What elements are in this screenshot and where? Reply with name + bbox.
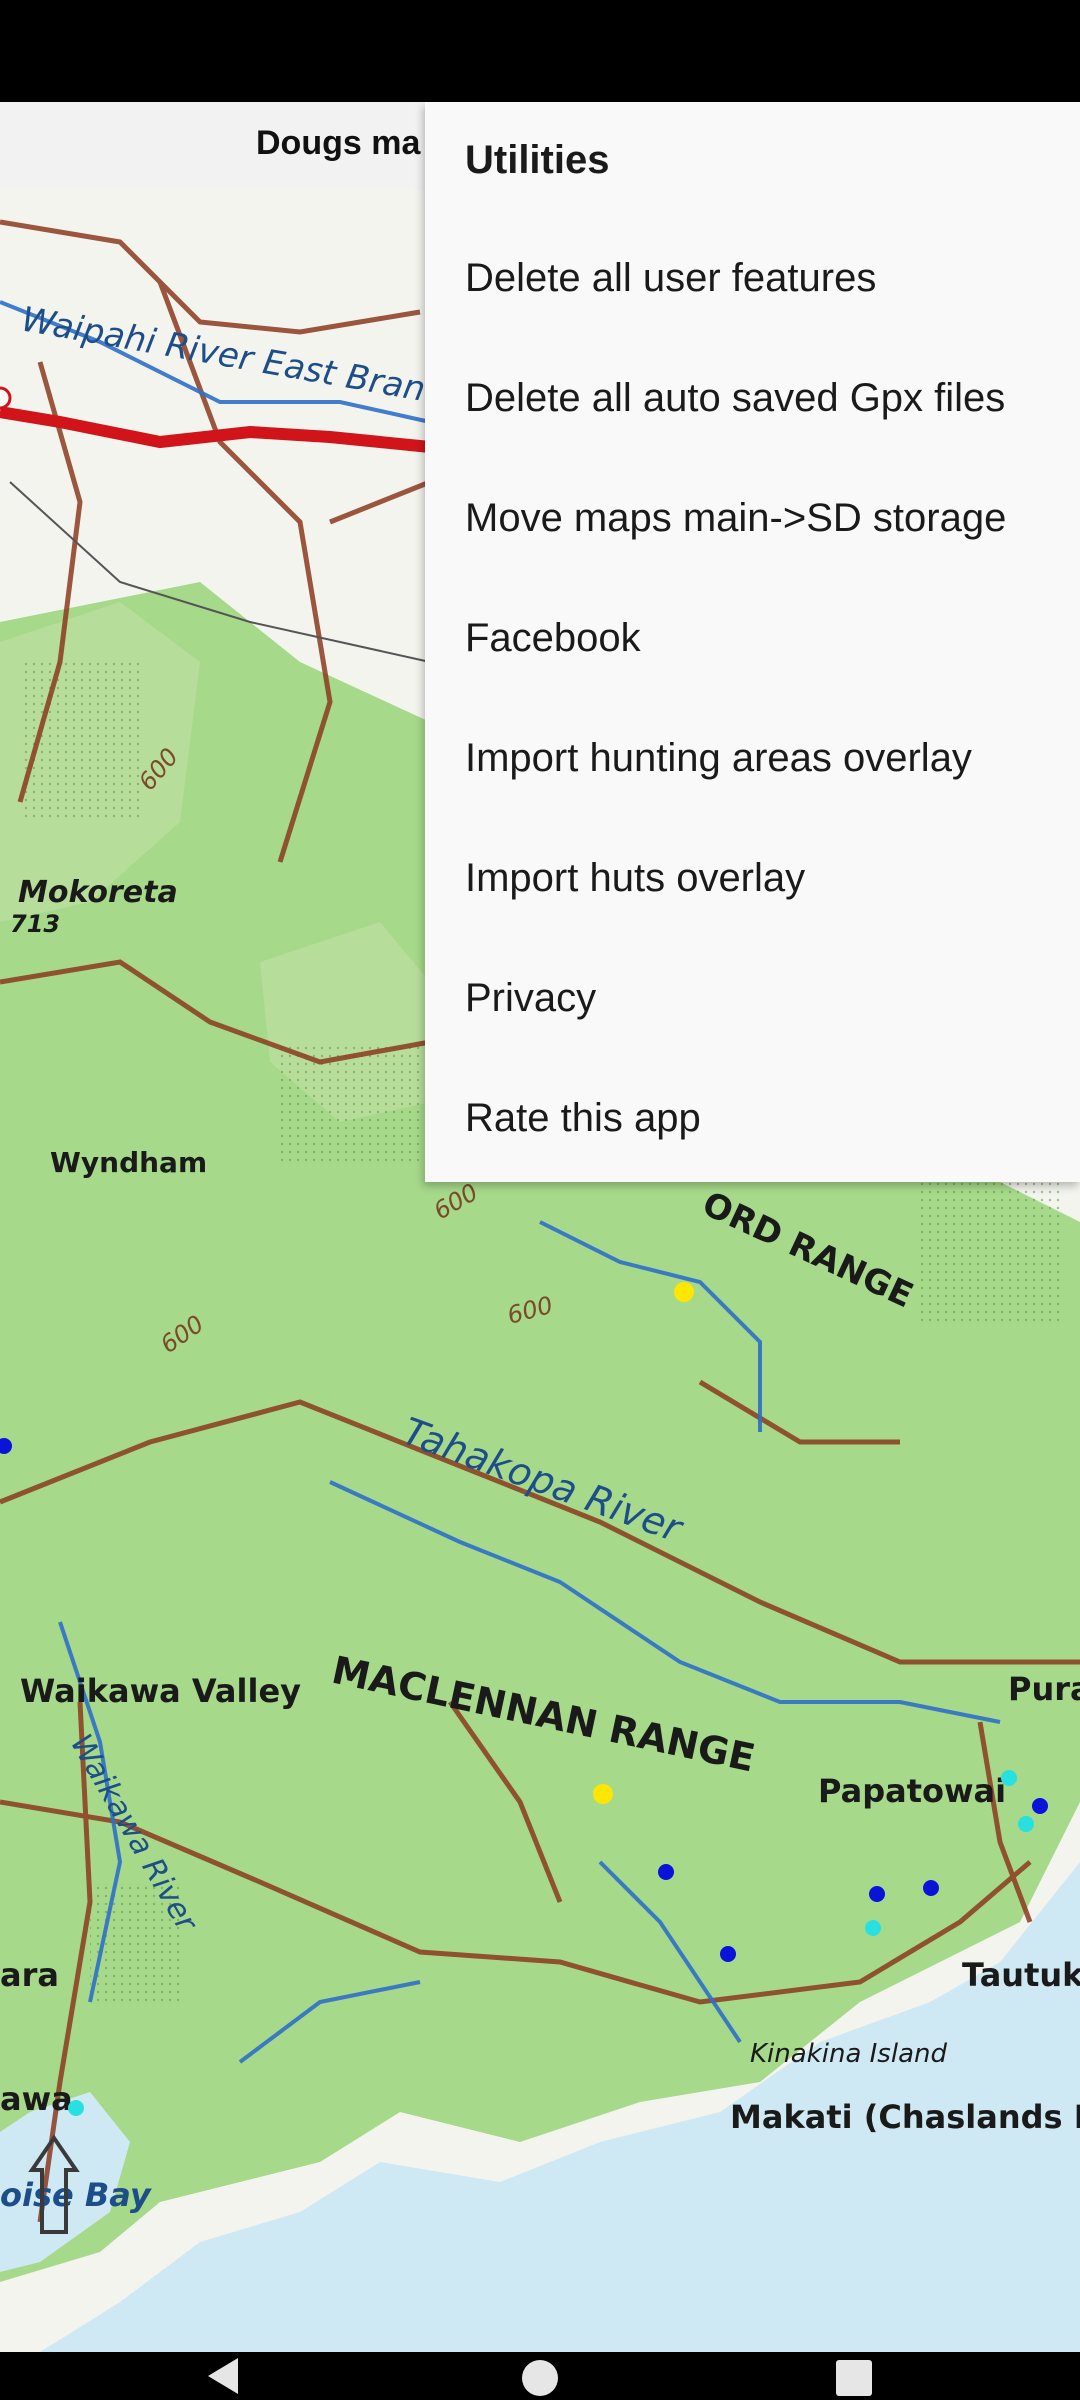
menu-item-privacy[interactable]: Privacy [425,942,1080,1054]
menu-item-label: Privacy [465,975,597,1020]
app-bar: Dougs ma [0,102,430,190]
menu-item-delete-user-features[interactable]: Delete all user features [425,222,1080,334]
back-triangle-icon[interactable] [200,2352,248,2400]
label-mokoreta: Mokoreta [18,875,178,910]
waypoint-marker-cyan[interactable] [68,2100,84,2116]
menu-item-label: Rate this app [465,1095,701,1140]
label-ara: ara [0,1956,59,1994]
waypoint-marker-cyan[interactable] [1018,1816,1034,1832]
label-waikawa-valley: Waikawa Valley [20,1672,301,1710]
recents-square-icon[interactable] [830,2352,878,2400]
forest-texture [280,1042,420,1162]
menu-item-import-hunting-areas[interactable]: Import hunting areas overlay [425,702,1080,814]
menu-item-delete-gpx-files[interactable]: Delete all auto saved Gpx files [425,342,1080,454]
label-papatowai: Papatowai [818,1772,1006,1810]
menu-title: Utilities [465,138,610,182]
label-makati: Makati (Chaslands M [730,2098,1080,2136]
menu-item-label: Move maps main->SD storage [465,495,1007,540]
label-pura: Pura [1008,1670,1080,1708]
waypoint-marker[interactable] [869,1886,885,1902]
menu-item-rate-app[interactable]: Rate this app [425,1062,1080,1174]
waypoint-marker[interactable] [1032,1798,1048,1814]
menu-item-label: Delete all user features [465,255,877,300]
utilities-menu: Utilities Delete all user features Delet… [425,102,1080,1182]
menu-item-move-maps[interactable]: Move maps main->SD storage [425,462,1080,574]
waypoint-marker-cyan[interactable] [1001,1770,1017,1786]
label-tautuku: Tautuk [962,1956,1080,1994]
waypoint-marker-cyan[interactable] [865,1920,881,1936]
up-arrow-icon[interactable] [24,2118,84,2238]
app-title: Dougs ma [256,124,421,162]
menu-item-label: Import hunting areas overlay [465,735,972,780]
menu-item-label: Import huts overlay [465,855,806,900]
waypoint-marker[interactable] [658,1864,674,1880]
waypoint-marker[interactable] [923,1880,939,1896]
menu-item-import-huts[interactable]: Import huts overlay [425,822,1080,934]
forest-texture [920,1182,1060,1322]
label-awa: awa [0,2080,73,2118]
hut-marker[interactable] [674,1282,694,1302]
hut-marker[interactable] [593,1784,613,1804]
label-kinakina-island: Kinakina Island [750,2039,947,2069]
route-start-marker[interactable] [0,386,12,410]
status-bar [0,0,1080,102]
home-circle-icon[interactable] [516,2352,564,2400]
label-wyndham: Wyndham [50,1146,207,1179]
menu-item-label: Delete all auto saved Gpx files [465,375,1006,420]
menu-item-label: Facebook [465,615,641,660]
system-nav-bar [0,2352,1080,2400]
waypoint-marker[interactable] [720,1946,736,1962]
label-mokoreta-height: 713 [10,910,60,938]
menu-item-facebook[interactable]: Facebook [425,582,1080,694]
